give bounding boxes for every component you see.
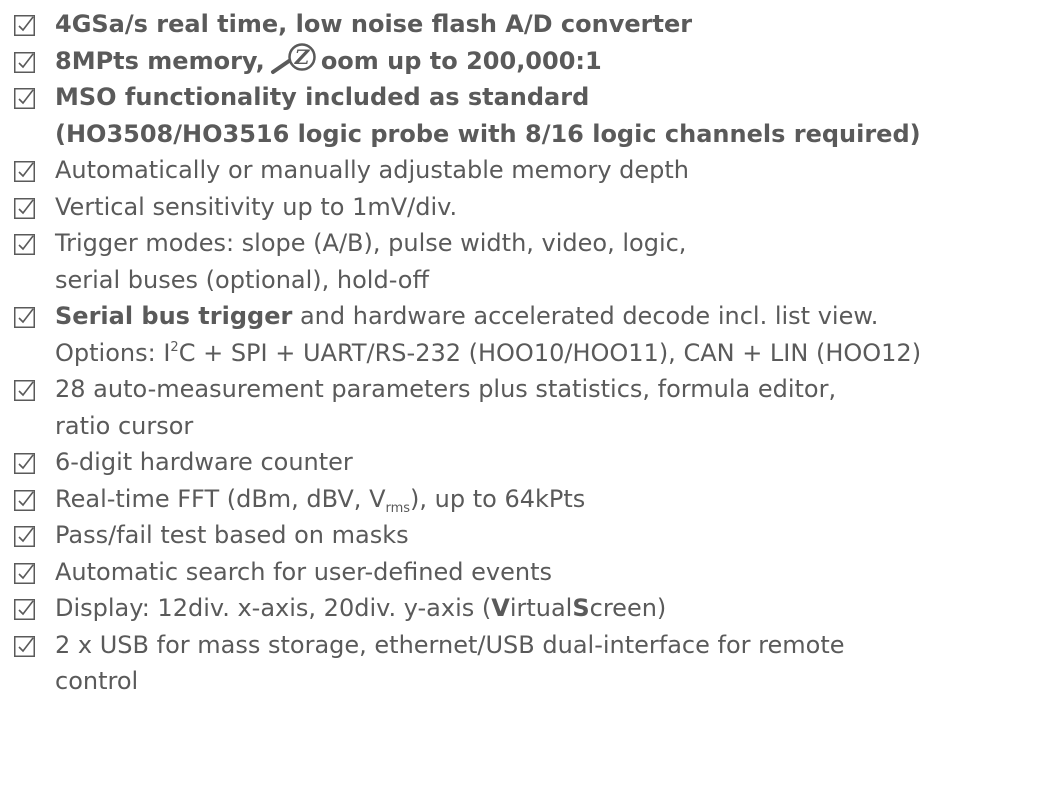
list-item: 6-digit hardware counter [14, 444, 1039, 481]
checked-box-icon [14, 599, 35, 620]
checked-box-icon [14, 453, 35, 474]
svg-text:Z: Z [294, 45, 311, 69]
item-line: control [55, 667, 139, 695]
subscript: rms [385, 500, 411, 516]
list-item: Serial bus trigger and hardware accelera… [14, 298, 1039, 371]
magnifier-z-icon: Z [269, 42, 321, 75]
list-item: Display: 12div. x-axis, 20div. y-axis (V… [14, 590, 1039, 627]
fft-text: Real-time FFT (dBm, dBV, V [55, 484, 386, 513]
list-item: 28 auto-measurement parameters plus stat… [14, 371, 1039, 444]
checked-box-icon [14, 380, 35, 401]
checked-box-icon [14, 197, 35, 219]
list-item: 8MPts memory, Zoom up to 200,000:1 [14, 42, 1039, 80]
item-text: Automatically or manually adjustable mem… [55, 156, 690, 184]
item-line: 2 x USB for mass storage, ethernet/USB d… [55, 630, 845, 659]
serial-bus-description: and hardware accelerated decode incl. li… [292, 302, 879, 330]
list-item: MSO functionality included as standard (… [14, 79, 1039, 152]
serial-bus-trigger-label: Serial bus trigger [55, 302, 293, 330]
item-text: 4GSa/s real time, low noise flash A/D co… [55, 10, 693, 38]
list-item: Real-time FFT (dBm, dBV, Vrms), up to 64… [14, 481, 1039, 518]
item-line: ratio cursor [55, 411, 194, 440]
list-item: Automatically or manually adjustable mem… [14, 152, 1039, 189]
virtualscreen-brand-s: S [572, 594, 590, 622]
checked-box-icon [14, 562, 35, 584]
item-text: Trigger modes: slope (A/B), pulse width,… [55, 225, 1039, 298]
zoom-text: oom up to 200,000:1 [320, 46, 602, 75]
list-item: 2 x USB for mass storage, ethernet/USB d… [14, 627, 1039, 700]
item-line: (HO3508/HO3516 logic probe with 8/16 log… [55, 119, 921, 148]
item-text: 8MPts memory, Zoom up to 200,000:1 [55, 42, 1039, 80]
feature-list: 4GSa/s real time, low noise flash A/D co… [14, 6, 1039, 700]
checked-box-icon [14, 526, 35, 547]
item-text: 2 x USB for mass storage, ethernet/USB d… [55, 627, 1039, 700]
item-text: Real-time FFT (dBm, dBV, Vrms), up to 64… [55, 481, 1039, 518]
virtualscreen-brand-text: creen [589, 594, 657, 622]
item-text: Automatic search for user-defined events [55, 557, 552, 586]
list-item: Trigger modes: slope (A/B), pulse width,… [14, 225, 1039, 298]
checked-box-icon [14, 307, 35, 328]
list-item: Automatic search for user-defined events [14, 554, 1039, 591]
checked-box-icon [14, 15, 35, 36]
list-item: Vertical sensitivity up to 1mV/div. [14, 189, 1039, 226]
options-text: C + SPI + UART/RS-232 (HOO10/HOO11), CAN… [178, 338, 922, 367]
fft-text: ), up to 64kPts [410, 484, 586, 513]
checked-box-icon [14, 88, 35, 109]
memory-text: 8MPts memory, [55, 46, 265, 75]
item-text: Pass/fail test based on masks [55, 521, 409, 549]
display-text: Display: 12div. x-axis, 20div. y-axis ( [55, 594, 492, 622]
options-text: Options: I [55, 338, 171, 367]
list-item: Pass/fail test based on masks [14, 517, 1039, 554]
display-text: ) [656, 594, 667, 622]
item-text: 6-digit hardware counter [55, 448, 353, 476]
checked-box-icon [14, 489, 35, 511]
checked-box-icon [14, 51, 35, 73]
item-text: Display: 12div. x-axis, 20div. y-axis (V… [55, 590, 1039, 627]
list-item: 4GSa/s real time, low noise flash A/D co… [14, 6, 1039, 43]
superscript: 2 [170, 339, 179, 355]
checked-box-icon [14, 635, 35, 657]
item-line: Options: I2C + SPI + UART/RS-232 (HOO10/… [55, 335, 1039, 372]
checked-box-icon [14, 161, 35, 182]
item-text: Vertical sensitivity up to 1mV/div. [55, 192, 458, 221]
checked-box-icon [14, 234, 35, 255]
item-line: Trigger modes: slope (A/B), pulse width,… [55, 229, 687, 257]
item-line: 28 auto-measurement parameters plus stat… [55, 375, 837, 403]
virtualscreen-brand-v: V [491, 594, 510, 622]
virtualscreen-brand-text: irtual [509, 594, 573, 622]
item-text: Serial bus trigger and hardware accelera… [55, 298, 1039, 371]
item-text: 28 auto-measurement parameters plus stat… [55, 371, 1039, 444]
item-line: MSO functionality included as standard [55, 83, 590, 111]
item-line: serial buses (optional), hold-off [55, 265, 430, 294]
item-text: MSO functionality included as standard (… [55, 79, 1039, 152]
item-line: Serial bus trigger and hardware accelera… [55, 298, 1039, 335]
